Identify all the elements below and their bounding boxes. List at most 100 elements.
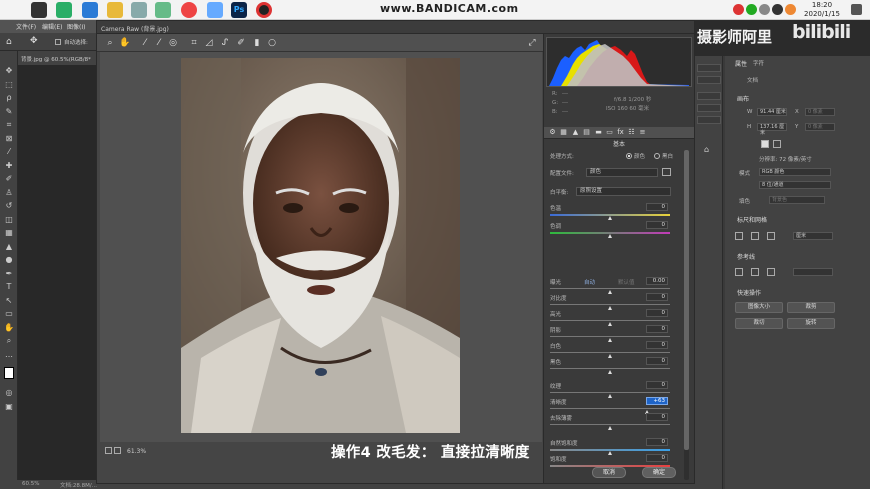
slider-value-field[interactable]: +63 (646, 397, 668, 405)
mode-dropdown[interactable]: RGB 颜色 (759, 168, 831, 176)
process-color-radio[interactable] (626, 153, 632, 159)
tab-lens-icon[interactable]: ▭ (605, 128, 614, 137)
shape-tool[interactable]: ▭ (4, 310, 14, 318)
guide-icon-1[interactable] (735, 268, 743, 276)
crop-button[interactable]: 裁剪 (787, 302, 835, 313)
slider-value-field[interactable]: 0 (646, 221, 668, 229)
tray-gray-icon[interactable] (759, 4, 770, 15)
slider-value-field[interactable]: 0 (646, 438, 668, 446)
quick-mask-icon[interactable]: ◎ (4, 389, 14, 397)
tab-properties[interactable]: 属性 (735, 59, 747, 68)
document-tab[interactable]: 背景.jpg @ 60.5%(RGB/8* (18, 51, 96, 65)
healing-tool[interactable]: ✚ (4, 162, 14, 170)
slider-track[interactable] (550, 288, 670, 289)
mail-icon[interactable] (82, 2, 98, 18)
mini-field-3[interactable] (697, 92, 721, 100)
guides-section-title[interactable]: 参考线 (737, 252, 755, 261)
screen-mode-icon[interactable]: ▣ (4, 403, 14, 411)
tool-icon[interactable] (155, 2, 171, 18)
pen-tool[interactable]: ✒ (4, 270, 14, 278)
profile-browser-icon[interactable] (662, 168, 671, 176)
rotate-button[interactable]: 旋转 (787, 318, 835, 329)
fullscreen-icon[interactable]: ⤢ (527, 38, 537, 48)
white-balance-icon[interactable]: ⁄ (140, 38, 150, 48)
guide-icon-2[interactable] (751, 268, 759, 276)
profile-dropdown[interactable]: 颜色 (586, 168, 658, 177)
tab-calibration-icon[interactable]: ☷ (627, 128, 636, 137)
notification-icon[interactable] (851, 4, 862, 15)
slider-track[interactable] (550, 336, 670, 337)
path-select-tool[interactable]: ↖ (4, 297, 14, 305)
tab-presets-icon[interactable]: ≡ (638, 128, 647, 137)
marquee-tool[interactable]: ⬚ (4, 81, 14, 89)
mini-field-2[interactable] (697, 76, 721, 84)
history-brush-tool[interactable]: ↺ (4, 202, 14, 210)
x-field[interactable]: 0 像素 (805, 108, 835, 116)
brush-tool[interactable]: ✐ (4, 175, 14, 183)
slider-thumb[interactable] (607, 426, 612, 430)
unit-dropdown[interactable]: 厘米 (793, 232, 833, 240)
adjust-brush-icon[interactable]: ✐ (236, 38, 246, 48)
preview-zoom-level[interactable]: 61.3% (127, 448, 146, 455)
pixel-grid-icon[interactable] (767, 232, 775, 240)
tab-tone-curve-icon[interactable]: ▦ (559, 128, 568, 137)
gradient-tool[interactable]: ▦ (4, 229, 14, 237)
slider-value-field[interactable]: 0 (646, 325, 668, 333)
stamp-tool[interactable]: ♙ (4, 189, 14, 197)
panel-scrollbar-thumb[interactable] (684, 150, 689, 450)
zoom-tool[interactable]: ⌕ (4, 337, 14, 345)
slider-value-field[interactable]: 0 (646, 309, 668, 317)
color-swatches[interactable] (4, 367, 14, 379)
tray-dark-icon[interactable] (772, 4, 783, 15)
tray-orange-icon[interactable] (785, 4, 796, 15)
fill-dropdown[interactable]: 背景色 (769, 196, 825, 204)
mini-field-5[interactable] (697, 116, 721, 124)
tab-split-icon[interactable]: ▬ (594, 128, 603, 137)
slider-track[interactable] (550, 352, 670, 353)
menu-image[interactable]: 图像(I) (67, 22, 85, 31)
lasso-tool[interactable]: ρ (4, 94, 14, 102)
straighten-icon[interactable]: ◿ (204, 38, 214, 48)
y-field[interactable]: 0 像素 (805, 123, 835, 131)
record-icon[interactable] (256, 2, 272, 18)
slider-value-field[interactable]: 0 (646, 357, 668, 365)
ruler-icon[interactable] (735, 232, 743, 240)
rulers-section-title[interactable]: 标尺和网格 (737, 215, 767, 224)
dodge-tool[interactable]: ● (4, 256, 14, 264)
cancel-button[interactable]: 取消 (592, 467, 626, 478)
tray-red-icon[interactable] (733, 4, 744, 15)
guide-icon-3[interactable] (767, 268, 775, 276)
slider-track[interactable] (550, 392, 670, 393)
hand-tool[interactable]: ✋ (4, 324, 14, 332)
home-icon[interactable]: ⌂ (6, 37, 12, 47)
auto-link[interactable]: 自动 (584, 278, 595, 286)
tab-detail-icon[interactable]: ▲ (571, 128, 580, 137)
slider-track[interactable] (550, 424, 670, 425)
move-tool-icon[interactable]: ✥ (30, 36, 38, 46)
crop-icon[interactable]: ⌗ (189, 38, 199, 48)
slider-value-field[interactable]: 0 (646, 381, 668, 389)
radial-filter-icon[interactable]: ○ (267, 38, 277, 48)
tab-effects-icon[interactable]: fx (616, 128, 625, 137)
type-tool[interactable]: T (4, 283, 14, 291)
slider-track[interactable] (550, 408, 670, 409)
menu-file[interactable]: 文件(F) (16, 22, 36, 31)
tab-basic-icon[interactable]: ⚙ (548, 128, 557, 137)
slider-track[interactable] (550, 320, 670, 321)
tray-green-icon[interactable] (746, 4, 757, 15)
slider-track[interactable] (550, 368, 670, 369)
slider-value-field[interactable]: 0 (646, 341, 668, 349)
height-field[interactable]: 137.16 厘米 (757, 123, 787, 136)
pin-icon[interactable] (207, 2, 223, 18)
spot-removal-icon[interactable]: ᔑ (220, 38, 230, 48)
portrait-orientation-icon[interactable] (761, 140, 769, 148)
color-sampler-icon[interactable]: ⁄ (154, 38, 164, 48)
hand-icon[interactable]: ✋ (119, 38, 130, 48)
zoom-in-icon[interactable] (114, 447, 121, 454)
blur-tool[interactable]: ▲ (4, 243, 14, 251)
slider-value-field[interactable]: 0 (646, 454, 668, 462)
auto-select-checkbox[interactable] (55, 39, 61, 45)
slider-thumb[interactable] (607, 216, 612, 220)
frame-tool[interactable]: ⊠ (4, 135, 14, 143)
mini-field-1[interactable] (697, 64, 721, 72)
